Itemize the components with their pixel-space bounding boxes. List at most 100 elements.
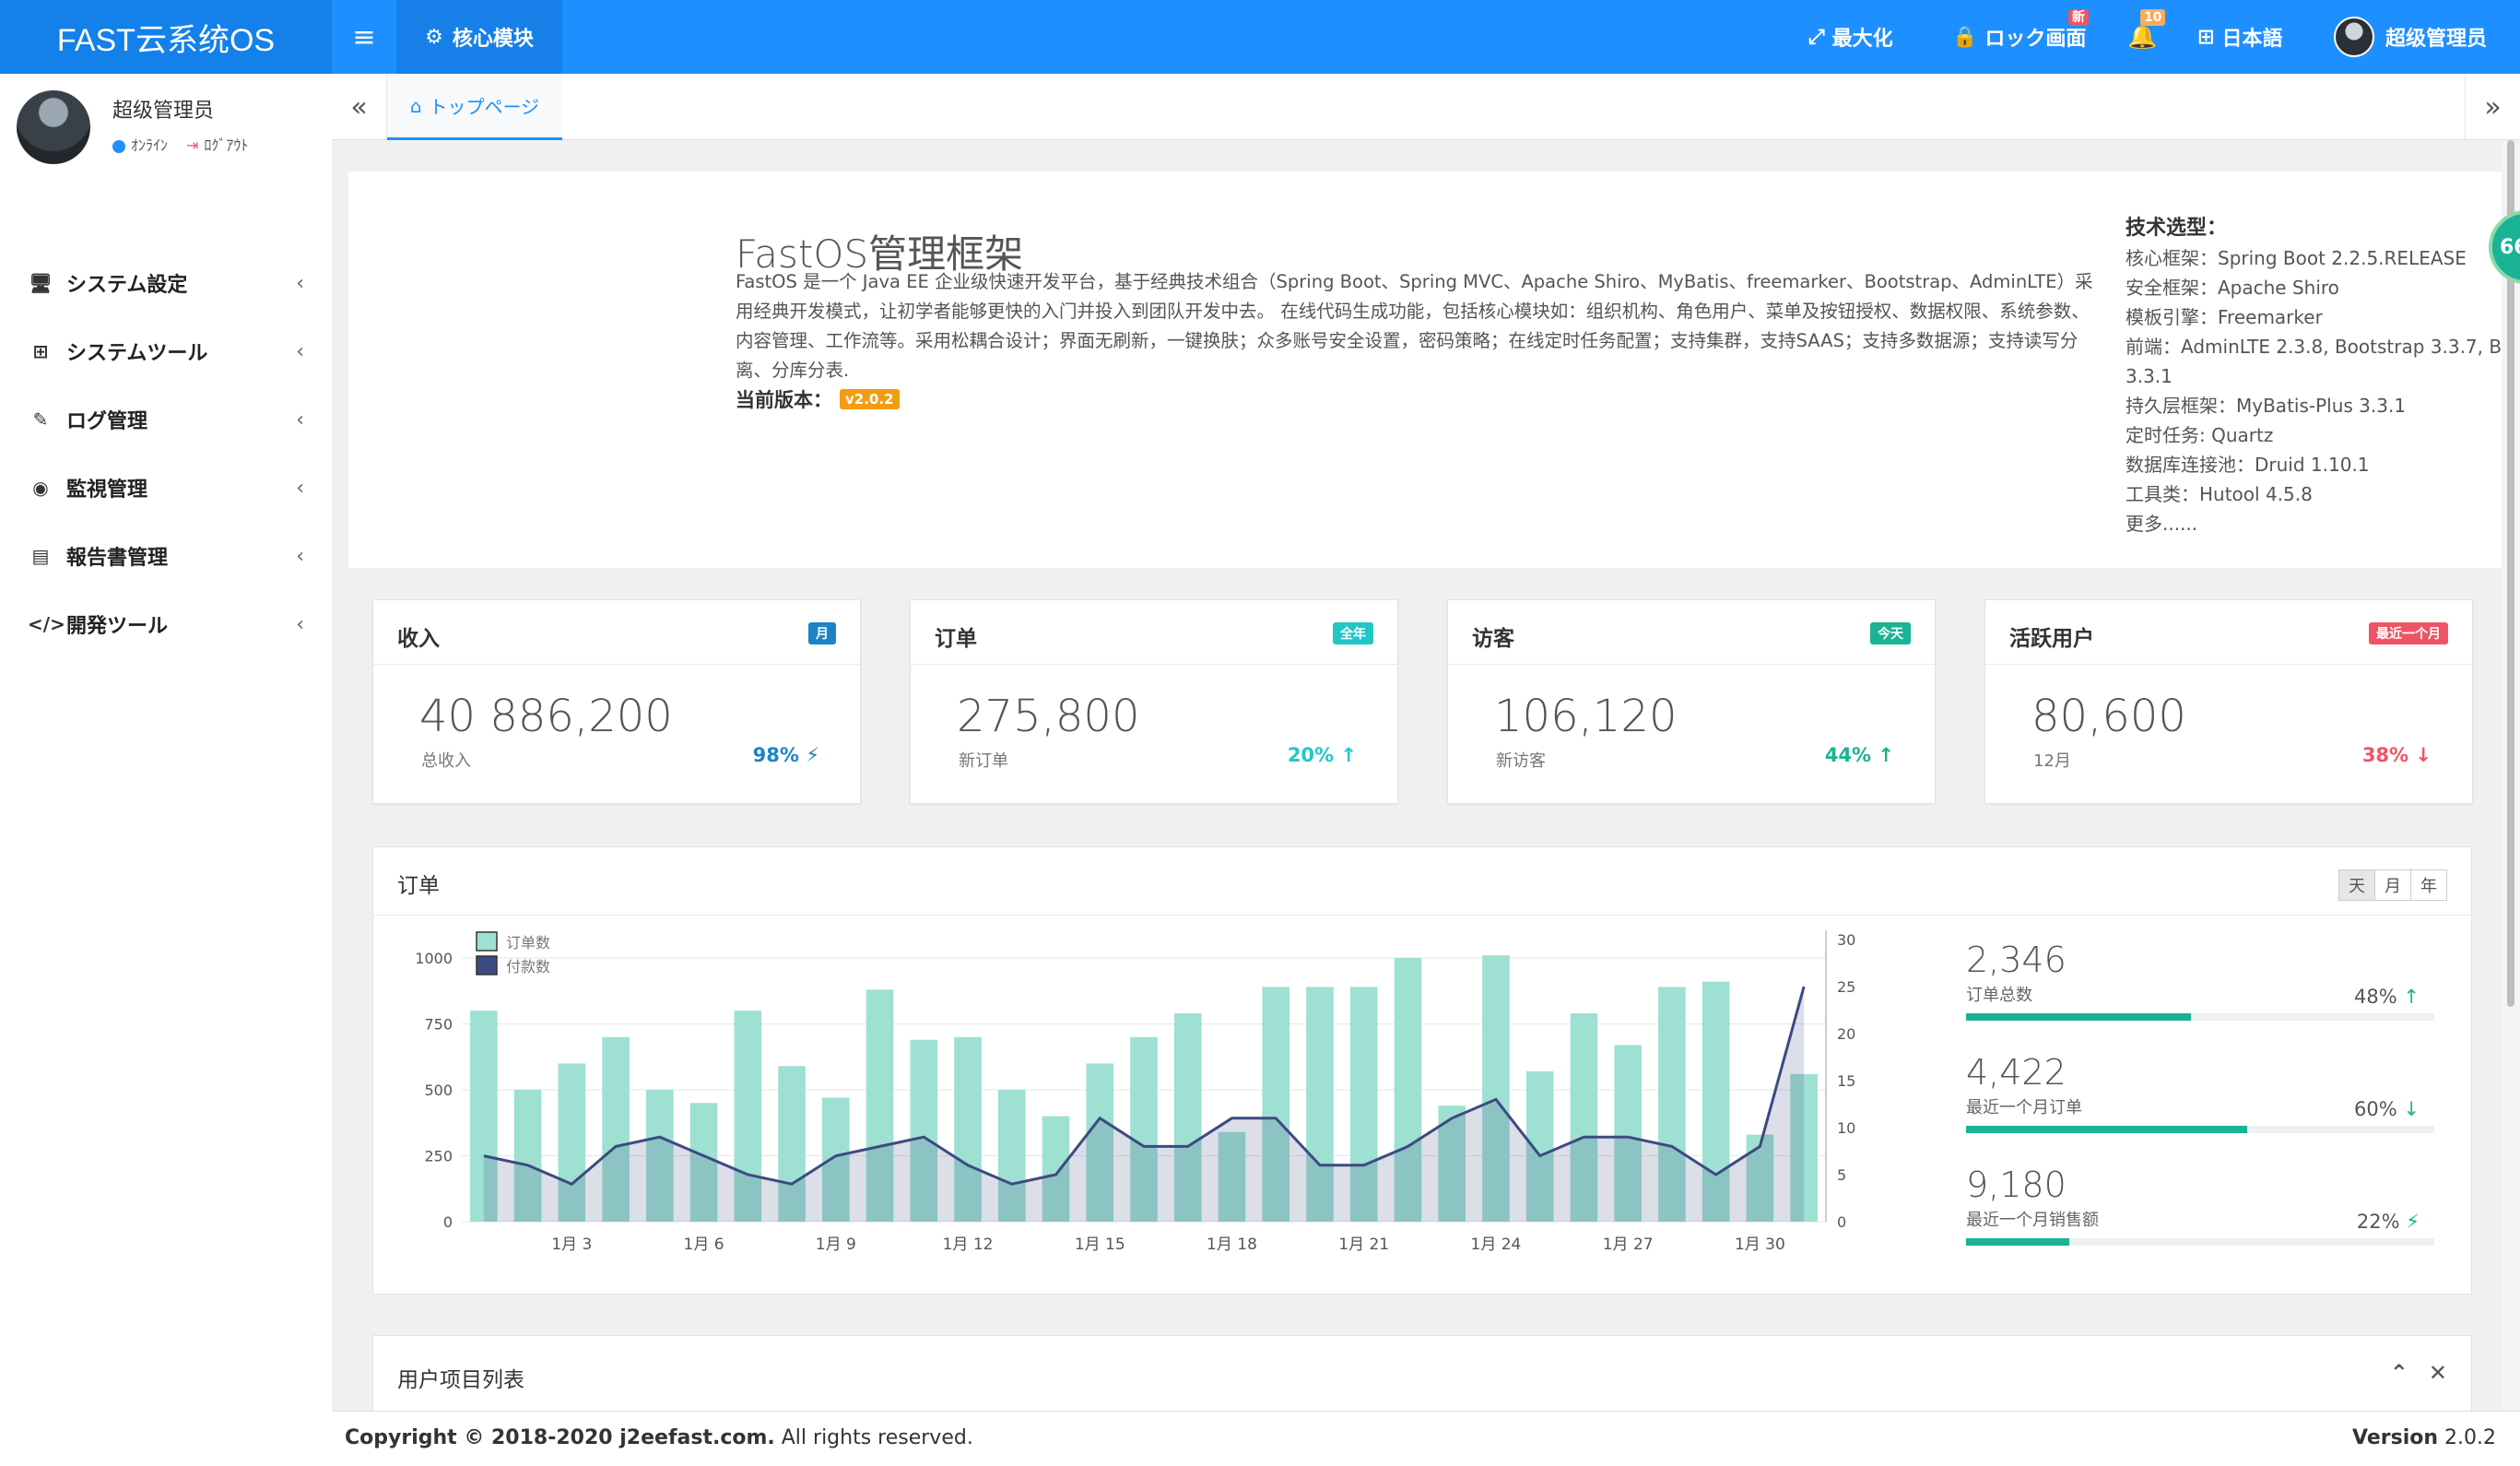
stat-card-active-users: 活跃用户 最近一个月 80,600 12月 38% ↓ <box>1984 599 2473 804</box>
stat-percent-value: 44% <box>1824 744 1872 766</box>
sidebar-item-reports[interactable]: ▤ 報告書管理 ‹ <box>0 522 332 590</box>
tech-line: 前端：AdminLTE 2.3.8, Bootstrap 3.3.7, Boot… <box>2126 336 2502 387</box>
user-menu-button[interactable]: 超级管理员 <box>2334 0 2487 74</box>
sidebar-item-monitoring[interactable]: ◉ 監視管理 ‹ <box>0 454 332 522</box>
stat-percent: 20% ↑ <box>1288 744 1357 766</box>
sidebar-item-system-tools[interactable]: ⊞ システムツール ‹ <box>0 317 332 385</box>
logout-label: ﾛｸﾞｱｳﾄ <box>204 136 249 154</box>
side-stat-total-orders: 2,346 订单总数 48% ↑ <box>1966 940 2436 1021</box>
chevron-left-icon: ‹ <box>296 612 304 636</box>
copyright-suffix: All rights reserved. <box>774 1426 973 1449</box>
period-month-button[interactable]: 月 <box>2374 869 2411 901</box>
version-badge: v2.0.2 <box>840 389 900 409</box>
x-tick-label: 1月 9 <box>816 1235 856 1254</box>
collapse-icon[interactable]: ⌃ <box>2390 1360 2408 1386</box>
sidebar-menu: 🖥 システム設定 ‹ ⊞ システムツール ‹ ✎ ログ管理 ‹ ◉ 監視管理 ‹… <box>0 249 332 658</box>
tabs-scroll-right-button[interactable]: » <box>2465 74 2520 140</box>
sidebar: 超级管理员 ｵﾝﾗｲﾝ ⇥ ﾛｸﾞｱｳﾄ 🖥 システム設定 ‹ ⊞ システムツール… <box>0 74 332 1466</box>
side-stat-value: 4,422 <box>1966 1052 2067 1093</box>
monitor-icon: 🖥 <box>29 272 53 294</box>
logout-link[interactable]: ⇥ ﾛｸﾞｱｳﾄ <box>186 133 248 155</box>
orders-panel-title: 订单 <box>397 874 440 898</box>
period-day-button[interactable]: 天 <box>2338 869 2375 901</box>
content-scrollbar[interactable] <box>2502 140 2520 1411</box>
y-left-tick-label: 1000 <box>415 950 453 967</box>
y-right-tick-label: 10 <box>1837 1119 1855 1137</box>
footer-version: 2.0.2 <box>2444 1426 2496 1449</box>
avatar <box>2334 17 2374 57</box>
notifications-count-badge: 10 <box>2140 9 2166 26</box>
stat-period-badge: 全年 <box>1333 622 1373 644</box>
progress-track <box>1966 1013 2434 1021</box>
stat-subtitle: 12月 <box>2033 751 2071 771</box>
tab-bar: « ⌂ トップページ » <box>332 74 2520 140</box>
y-right-tick-label: 30 <box>1837 931 1855 949</box>
sidebar-item-dev-tools[interactable]: </> 開発ツール ‹ <box>0 590 332 658</box>
tab-home[interactable]: ⌂ トップページ <box>387 74 562 140</box>
sidebar-item-log-management[interactable]: ✎ ログ管理 ‹ <box>0 385 332 454</box>
stat-subtitle: 新订单 <box>959 751 1008 771</box>
core-module-label: 核心模块 <box>452 28 534 51</box>
stat-subtitle: 新访客 <box>1496 751 1546 771</box>
side-stat-monthly-sales: 9,180 最近一个月销售额 22% ⚡ <box>1966 1165 2436 1246</box>
sidebar-item-system-settings[interactable]: 🖥 システム設定 ‹ <box>0 249 332 317</box>
progress-fill <box>1966 1013 2191 1021</box>
sidebar-item-label: 監視管理 <box>66 479 148 502</box>
user-menu-label: 超级管理员 <box>2385 28 2488 51</box>
stat-card-visitors: 访客 今天 106,120 新访客 44% ↑ <box>1447 599 1936 804</box>
stat-percent: 44% ↑ <box>1825 744 1894 766</box>
y-right-tick-label: 15 <box>1837 1072 1855 1090</box>
app-logo[interactable]: FAST云系统OS <box>0 0 332 74</box>
stat-value: 106,120 <box>1494 691 1678 742</box>
stat-title: 访客 <box>1472 627 1514 651</box>
x-tick-label: 1月 24 <box>1471 1235 1522 1254</box>
tech-stack: 技术选型： 核心框架：Spring Boot 2.2.5.RELEASE 安全框… <box>2126 214 2502 538</box>
tabs-scroll-left-button[interactable]: « <box>332 74 387 140</box>
arrow-up-icon: ↑ <box>1340 744 1357 766</box>
x-tick-label: 1月 18 <box>1207 1235 1257 1254</box>
y-left-tick-label: 250 <box>424 1148 453 1165</box>
logout-icon: ⇥ <box>186 136 199 154</box>
core-module-tab[interactable]: ⚙ 核心模块 <box>396 0 562 74</box>
tech-line: 安全框架：Apache Shiro <box>2126 277 2339 299</box>
y-right-tick-label: 5 <box>1837 1166 1846 1184</box>
arrow-down-icon: ↓ <box>2415 744 2432 766</box>
lock-screen-button[interactable]: 🔒 ロック画面 <box>1952 0 2086 74</box>
online-status: ｵﾝﾗｲﾝ <box>112 133 168 155</box>
side-stat-monthly-orders: 4,422 最近一个月订单 60% ↓ <box>1966 1052 2436 1133</box>
maximize-button[interactable]: ⤢ 最大化 <box>1808 0 1893 74</box>
y-left-tick-label: 500 <box>424 1082 453 1099</box>
side-stat-percent-value: 60% <box>2354 1098 2397 1120</box>
menu-toggle-button[interactable]: ≡ <box>332 0 396 74</box>
y-right-tick-label: 0 <box>1837 1213 1846 1231</box>
stat-percent-value: 38% <box>2361 744 2409 766</box>
stat-percent-value: 98% <box>752 744 799 766</box>
online-dot-icon <box>112 139 125 153</box>
lock-screen-label: ロック画面 <box>1984 28 2087 51</box>
stat-period-badge: 月 <box>808 622 836 644</box>
sidebar-item-label: システムツール <box>66 342 208 365</box>
copyright-prefix: Copyright © 2018-2020 <box>345 1426 620 1449</box>
online-label: ｵﾝﾗｲﾝ <box>131 136 169 154</box>
bell-icon: 🔔 <box>2127 23 2158 51</box>
stat-percent: 38% ↓ <box>2362 744 2432 766</box>
period-year-button[interactable]: 年 <box>2410 869 2447 901</box>
avatar <box>17 90 90 164</box>
arrow-down-icon: ↓ <box>2403 1098 2420 1120</box>
sidebar-user-name: 超级管理员 <box>112 100 215 123</box>
copyright: Copyright © 2018-2020 j2eefast.com. All … <box>345 1426 973 1449</box>
sidebar-item-label: システム設定 <box>66 274 188 297</box>
stat-title: 订单 <box>935 627 977 651</box>
hamburger-icon: ≡ <box>352 20 376 53</box>
tech-stack-title: 技术选型： <box>2126 217 2228 240</box>
language-button[interactable]: ⊞ 日本語 <box>2197 0 2282 74</box>
orders-chart: 0 250 500 750 1000 0 5 10 15 20 25 30 1月 3 1月 6 1月 9 1月… <box>415 930 1855 1254</box>
chevron-left-icon: ‹ <box>296 544 304 568</box>
copyright-site-link[interactable]: j2eefast.com. <box>619 1426 775 1449</box>
home-icon: ⌂ <box>409 94 422 117</box>
user-status: ｵﾝﾗｲﾝ ⇥ ﾛｸﾞｱｳﾄ <box>112 133 248 155</box>
x-tick-label: 1月 3 <box>551 1235 592 1254</box>
close-icon[interactable]: ✕ <box>2429 1360 2447 1386</box>
intro-version: 当前版本： v2.0.2 <box>736 385 900 413</box>
stat-title: 收入 <box>397 627 440 651</box>
